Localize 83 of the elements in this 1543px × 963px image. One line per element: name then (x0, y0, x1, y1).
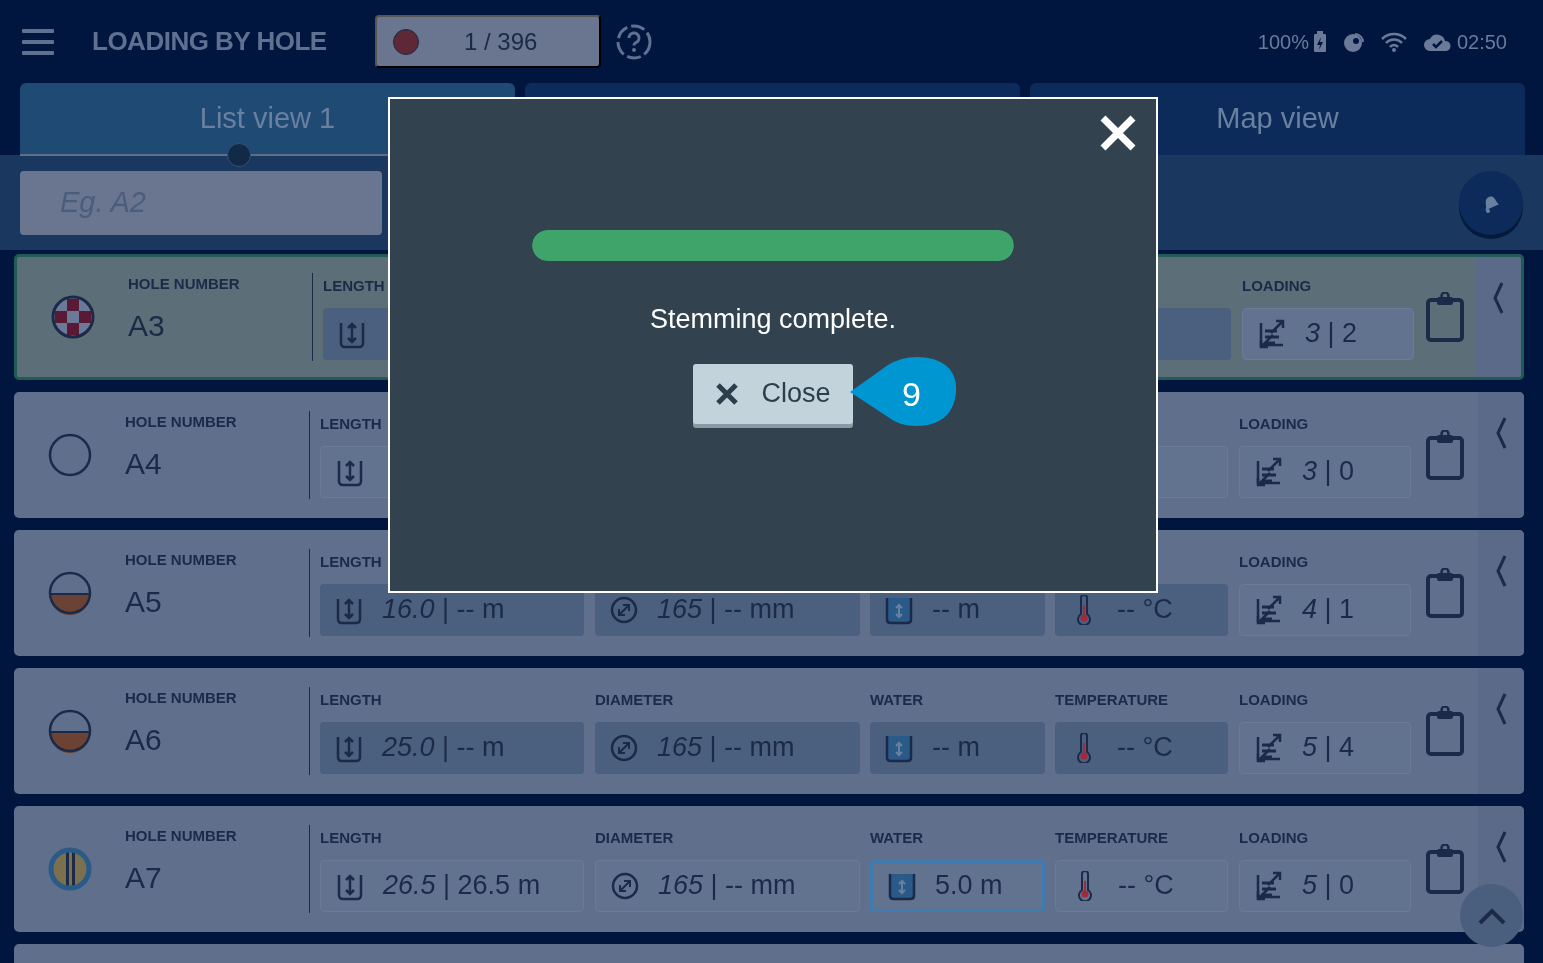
field-label: LENGTH (320, 551, 383, 572)
loading-field[interactable]: 5 | 0 (1239, 859, 1411, 912)
loading-field[interactable]: 3 | 0 (1239, 445, 1411, 498)
length-field[interactable]: 26.5 | 26.5 m (320, 859, 584, 912)
field-label: LENGTH (323, 275, 386, 296)
battery-icon (1312, 30, 1327, 53)
loading-field[interactable]: 5 | 4 (1239, 721, 1411, 774)
field-label: LOADING (1239, 413, 1310, 434)
field-label: HOLE NUMBER (125, 688, 238, 708)
clipboard-icon[interactable] (1424, 844, 1465, 894)
loading-icon (1254, 732, 1284, 763)
temperature-field[interactable]: -- °C (1055, 859, 1228, 912)
diameter-icon (609, 732, 639, 763)
loading-icon (1254, 456, 1284, 487)
expand-icon[interactable] (1494, 554, 1508, 588)
field-label: LOADING (1239, 551, 1310, 572)
diameter-icon (609, 594, 639, 625)
hole-status-icon (47, 709, 92, 753)
expand-icon[interactable] (1494, 830, 1508, 864)
screen-title: LOADING BY HOLE (92, 25, 327, 58)
field-label: WATER (870, 689, 925, 710)
field-value: 4 | 1 (1302, 593, 1355, 627)
diameter-icon (610, 870, 640, 901)
field-label: LOADING (1239, 689, 1310, 710)
field-value: 3 | 2 (1305, 317, 1358, 351)
field-label: LENGTH (320, 827, 383, 848)
loading-icon (1257, 318, 1287, 349)
wifi-icon (1380, 31, 1407, 52)
hole-number: A7 (125, 860, 163, 896)
menu-icon[interactable] (22, 27, 54, 56)
field-value: 5.0 m (935, 869, 1003, 903)
field-label: HOLE NUMBER (125, 550, 238, 570)
clipboard-icon[interactable] (1424, 706, 1465, 756)
loading-icon (1254, 594, 1284, 625)
diameter-field[interactable]: 165 | -- mm (595, 859, 860, 912)
close-icon (715, 381, 740, 406)
field-label: LOADING (1242, 275, 1313, 296)
expand-icon[interactable] (1494, 692, 1508, 726)
hole-status-icon (47, 571, 92, 615)
field-label: LENGTH (320, 689, 383, 710)
hole-status-icon (47, 847, 92, 891)
water-field[interactable]: 5.0 m (870, 859, 1045, 912)
expand-icon[interactable] (1491, 281, 1505, 315)
loading-icon (1254, 870, 1284, 901)
clipboard-icon[interactable] (1424, 292, 1465, 342)
field-label: DIAMETER (595, 827, 675, 848)
loading-field[interactable]: 4 | 1 (1239, 583, 1411, 636)
field-label: HOLE NUMBER (125, 412, 238, 432)
chevron-up-icon (1476, 906, 1507, 925)
close-icon (1098, 113, 1138, 153)
hole-row[interactable]: HOLE NUMBER A7 LENGTH 26.5 | 26.5 m DIAMETER 165 | -- mm WATER 5.0 m TEMPERATURE -- °C LOADING 5 | 0 (14, 806, 1524, 932)
field-value: 5 | 0 (1302, 869, 1355, 903)
expand-icon[interactable] (1494, 416, 1508, 450)
loading-field[interactable]: 3 | 2 (1242, 307, 1414, 360)
field-label: DIAMETER (595, 689, 675, 710)
field-label: LOADING (1239, 827, 1310, 848)
clock-time: 02:50 (1456, 29, 1507, 55)
hole-number: A5 (125, 584, 163, 620)
notification-button[interactable] (1459, 170, 1523, 235)
counter-button[interactable]: 1 / 396 (374, 15, 601, 68)
hole-status-icon (50, 295, 95, 339)
field-label: WATER (870, 827, 925, 848)
help-icon[interactable] (614, 22, 653, 61)
battery-level: 100% (1257, 29, 1309, 55)
field-label: HOLE NUMBER (128, 274, 241, 294)
field-value: -- °C (1118, 869, 1174, 903)
field-label: LENGTH (320, 413, 383, 434)
clipboard-icon[interactable] (1424, 430, 1465, 480)
clipboard-icon[interactable] (1424, 568, 1465, 618)
hole-number: A4 (125, 446, 163, 482)
field-value: 165 | -- mm (658, 869, 796, 903)
field-label: TEMPERATURE (1055, 689, 1170, 710)
field-value: 3 | 0 (1302, 455, 1355, 489)
field-label: HOLE NUMBER (125, 826, 238, 846)
hole-number: A3 (128, 308, 166, 344)
close-button[interactable] (1098, 113, 1138, 153)
hole-status-icon (47, 433, 92, 477)
hole-number: A6 (125, 722, 163, 758)
dialog-message: Stemming complete. (648, 303, 898, 336)
satellite-icon (1342, 30, 1365, 53)
field-value: 5 | 4 (1302, 731, 1355, 765)
field-value: 26.5 | 26.5 m (383, 869, 541, 903)
field-label: TEMPERATURE (1055, 827, 1170, 848)
